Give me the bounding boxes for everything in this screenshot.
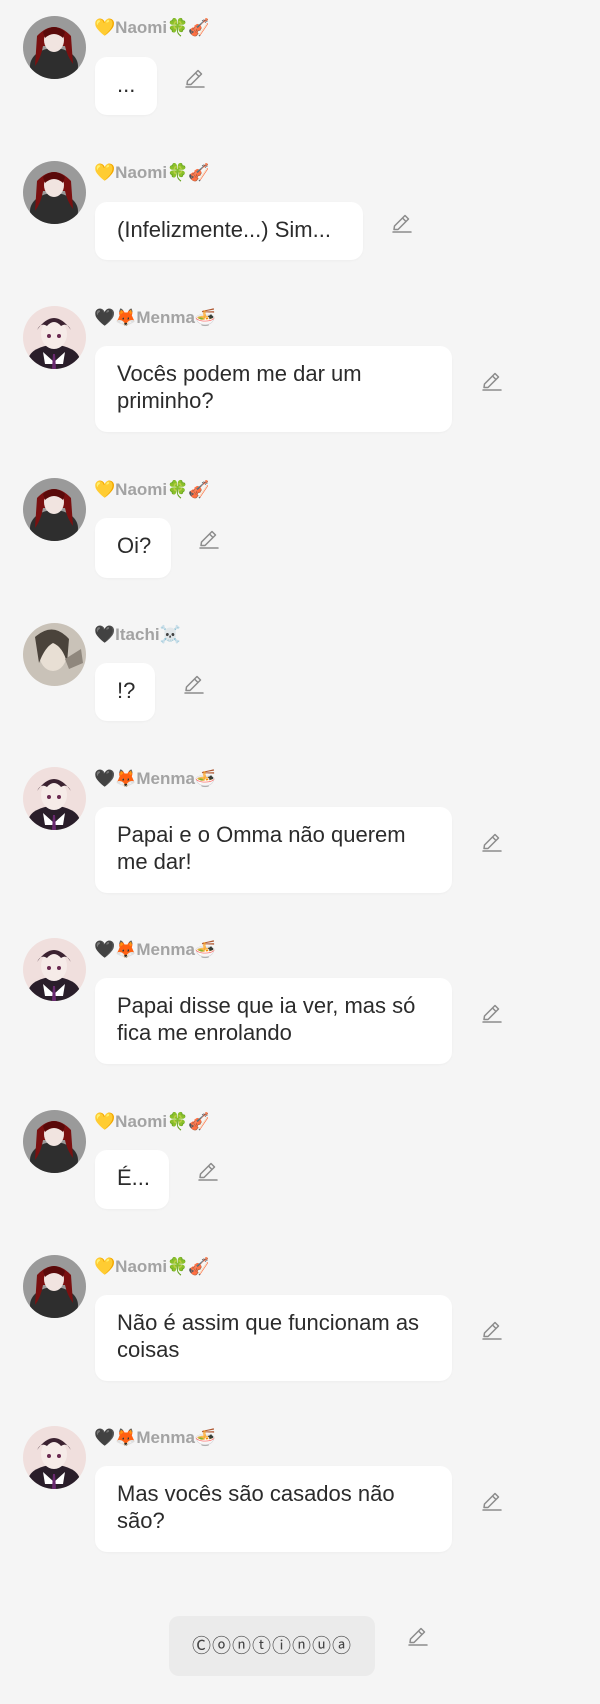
author-name: 🖤🦊Menma🍜 [94, 940, 217, 959]
pencil-icon[interactable] [480, 1318, 504, 1342]
author-name: 🖤🦊Menma🍜 [94, 1428, 217, 1447]
message-bubble: !? [95, 663, 155, 721]
pencil-icon[interactable] [390, 211, 414, 235]
pencil-icon[interactable] [197, 527, 221, 551]
avatar[interactable] [23, 938, 86, 1001]
pencil-icon[interactable] [480, 830, 504, 854]
avatar[interactable] [23, 1426, 86, 1489]
avatar[interactable] [23, 161, 86, 224]
avatar[interactable] [23, 767, 86, 830]
message-bubble: É... [95, 1150, 169, 1209]
avatar[interactable] [23, 1255, 86, 1318]
author-name: 💛Naomi🍀🎻 [94, 1112, 210, 1131]
author-name: 🖤Itachi☠️ [94, 625, 181, 644]
avatar[interactable] [23, 306, 86, 369]
pencil-icon[interactable] [183, 66, 207, 90]
author-name: 🖤🦊Menma🍜 [94, 769, 217, 788]
pencil-icon[interactable] [480, 369, 504, 393]
avatar[interactable] [23, 478, 86, 541]
author-name: 💛Naomi🍀🎻 [94, 1257, 210, 1276]
pencil-icon[interactable] [406, 1624, 430, 1648]
avatar[interactable] [23, 16, 86, 79]
message-bubble: Mas vocês são casados não são? [95, 1466, 452, 1552]
avatar[interactable] [23, 623, 86, 686]
message-bubble: Vocês podem me dar um priminho? [95, 346, 452, 432]
author-name: 💛Naomi🍀🎻 [94, 163, 210, 182]
message-bubble: Não é assim que funcionam as coisas [95, 1295, 452, 1381]
message-bubble: (Infelizmente...) Sim... [95, 202, 363, 260]
pencil-icon[interactable] [182, 672, 206, 696]
pencil-icon[interactable] [480, 1489, 504, 1513]
avatar[interactable] [23, 1110, 86, 1173]
continue-button[interactable]: Ⓒⓞⓝⓣⓘⓝⓤⓐ [169, 1616, 375, 1676]
message-bubble: ... [95, 57, 157, 115]
author-name: 💛Naomi🍀🎻 [94, 480, 210, 499]
pencil-icon[interactable] [480, 1001, 504, 1025]
message-bubble: Papai e o Omma não querem me dar! [95, 807, 452, 893]
author-name: 💛Naomi🍀🎻 [94, 18, 210, 37]
message-bubble: Oi? [95, 518, 171, 578]
pencil-icon[interactable] [196, 1159, 220, 1183]
author-name: 🖤🦊Menma🍜 [94, 308, 217, 327]
message-bubble: Papai disse que ia ver, mas só fica me e… [95, 978, 452, 1064]
